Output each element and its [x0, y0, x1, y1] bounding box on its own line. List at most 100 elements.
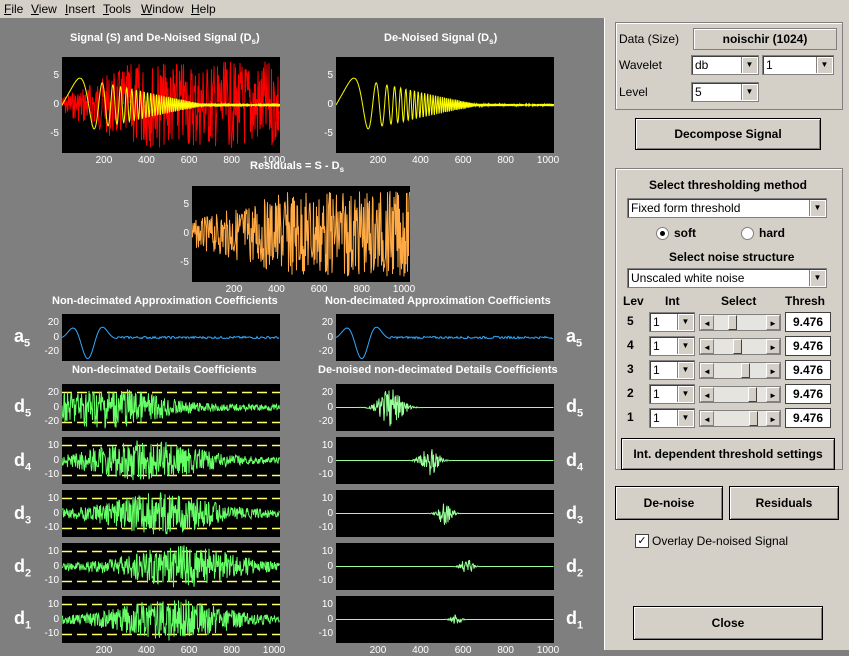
chevron-down-icon: ▼	[809, 270, 825, 286]
threshold-value[interactable]: 9.476	[785, 336, 831, 356]
wavelet-label: Wavelet	[619, 58, 662, 72]
threshold-value[interactable]: 9.476	[785, 312, 831, 332]
row-label-d2: d2	[14, 556, 32, 580]
y-tick-label: 20	[321, 387, 333, 399]
y-tick-label: 10	[47, 493, 59, 505]
arrow-right-icon[interactable]: ►	[766, 411, 780, 426]
chevron-down-icon: ▼	[677, 362, 693, 378]
row-label-a5: a5	[566, 326, 583, 350]
close-button[interactable]: Close	[633, 606, 823, 640]
x-tick-label: 200	[369, 155, 387, 166]
x-tick-label: 800	[353, 284, 370, 295]
threshold-value[interactable]: 9.476	[785, 360, 831, 380]
residuals-button[interactable]: Residuals	[729, 486, 839, 520]
y-tick-label: 10	[321, 440, 333, 452]
arrow-right-icon[interactable]: ►	[766, 363, 780, 378]
x-tick-label: 1000	[392, 284, 416, 295]
y-tick-label: 0	[327, 613, 333, 625]
x-tick-label: 800	[223, 155, 240, 166]
detail-left-d5	[61, 384, 280, 431]
residuals-axes	[191, 186, 410, 282]
detail-right-d2-svg	[336, 560, 554, 572]
arrow-left-icon[interactable]: ◄	[700, 411, 714, 426]
detail-left-d2-svg	[61, 545, 280, 588]
detail-right-d1-svg	[336, 614, 554, 624]
level-select[interactable]: 5 ▼	[691, 82, 759, 102]
noise-structure-select[interactable]: Unscaled white noise ▼	[627, 268, 827, 288]
decompose-signal-button[interactable]: Decompose Signal	[635, 118, 821, 150]
header-select: Select	[721, 294, 757, 308]
int-dependent-threshold-button[interactable]: Int. dependent threshold settings	[621, 438, 835, 470]
slider-thumb[interactable]	[733, 339, 743, 354]
slider-thumb[interactable]	[747, 387, 757, 402]
wavelet-order-select[interactable]: 1 ▼	[762, 55, 834, 75]
chevron-down-icon: ▼	[677, 386, 693, 402]
slider-thumb[interactable]	[728, 315, 738, 330]
soft-radio[interactable]	[656, 227, 669, 240]
hard-label: hard	[759, 226, 786, 240]
wavelet-family-select[interactable]: db ▼	[691, 55, 759, 75]
y-tick-label: -20	[44, 345, 59, 357]
menu-help[interactable]: Help	[191, 2, 216, 16]
y-tick-label: 10	[321, 493, 333, 505]
int-select[interactable]: 1 ▼	[649, 384, 695, 404]
threshold-method-select[interactable]: Fixed form threshold ▼	[627, 198, 827, 218]
arrow-left-icon[interactable]: ◄	[700, 387, 714, 402]
menu-view[interactable]: View	[31, 2, 57, 16]
level-label: Level	[619, 85, 648, 99]
int-select[interactable]: 1 ▼	[649, 336, 695, 356]
chevron-down-icon: ▼	[741, 84, 757, 100]
threshold-value[interactable]: 9.476	[785, 384, 831, 404]
hard-radio[interactable]	[741, 227, 754, 240]
menu-window[interactable]: Window	[141, 2, 184, 16]
menu-insert[interactable]: Insert	[65, 2, 95, 16]
menu-tools[interactable]: Tools	[103, 2, 131, 16]
x-tick-label: 200	[95, 645, 113, 656]
approx-left-title: Non-decimated Approximation Coefficients	[52, 295, 278, 307]
arrow-right-icon[interactable]: ►	[766, 387, 780, 402]
arrow-right-icon[interactable]: ►	[766, 315, 780, 330]
threshold-slider[interactable]: ◄ ►	[699, 410, 781, 427]
denoise-button[interactable]: De-noise	[615, 486, 723, 520]
y-tick-label: 0	[183, 228, 189, 239]
arrow-left-icon[interactable]: ◄	[700, 339, 714, 354]
menu-bar: File View Insert Tools Window Help	[0, 0, 849, 19]
slider-thumb[interactable]	[749, 411, 759, 426]
arrow-right-icon[interactable]: ►	[766, 339, 780, 354]
y-tick-label: -5	[324, 127, 333, 139]
threshold-slider[interactable]: ◄ ►	[699, 314, 781, 331]
y-tick-label: 10	[47, 546, 59, 558]
row-label-d4: d4	[14, 450, 32, 474]
x-tick-label: 800	[497, 155, 514, 166]
int-select[interactable]: 1 ▼	[649, 408, 695, 428]
details-right-title: De-noised non-decimated Details Coeffici…	[318, 364, 558, 376]
x-tick-label: 200	[225, 284, 243, 295]
arrow-left-icon[interactable]: ◄	[700, 315, 714, 330]
detail-right-d5-svg	[336, 389, 554, 427]
approx-left-axes	[61, 314, 280, 361]
y-tick-label: 0	[327, 454, 333, 466]
threshold-slider[interactable]: ◄ ►	[699, 386, 781, 403]
x-tick-label: 600	[180, 155, 198, 166]
int-select[interactable]: 1 ▼	[649, 312, 695, 332]
threshold-value[interactable]: 9.476	[785, 408, 831, 428]
detail-right-d3	[336, 490, 554, 537]
row-label-d3: d3	[566, 503, 584, 527]
arrow-left-icon[interactable]: ◄	[700, 363, 714, 378]
y-tick-label: 0	[327, 560, 333, 572]
overlay-checkbox[interactable]: ✓	[635, 534, 649, 548]
menu-file[interactable]: File	[4, 2, 23, 16]
x-tick-label: 400	[412, 155, 429, 166]
int-select[interactable]: 1 ▼	[649, 360, 695, 380]
x-tick-label: 400	[268, 284, 285, 295]
threshold-slider[interactable]: ◄ ►	[699, 362, 781, 379]
slider-thumb[interactable]	[740, 363, 750, 378]
x-tick-label: 800	[497, 645, 514, 656]
data-label: Data (Size)	[619, 32, 680, 46]
row-label-d5: d5	[566, 396, 584, 420]
y-tick-label: 0	[327, 507, 333, 519]
y-tick-label: 5	[327, 70, 333, 82]
threshold-slider[interactable]: ◄ ►	[699, 338, 781, 355]
x-tick-label: 400	[412, 645, 429, 656]
x-tick-label: 200	[95, 155, 113, 166]
